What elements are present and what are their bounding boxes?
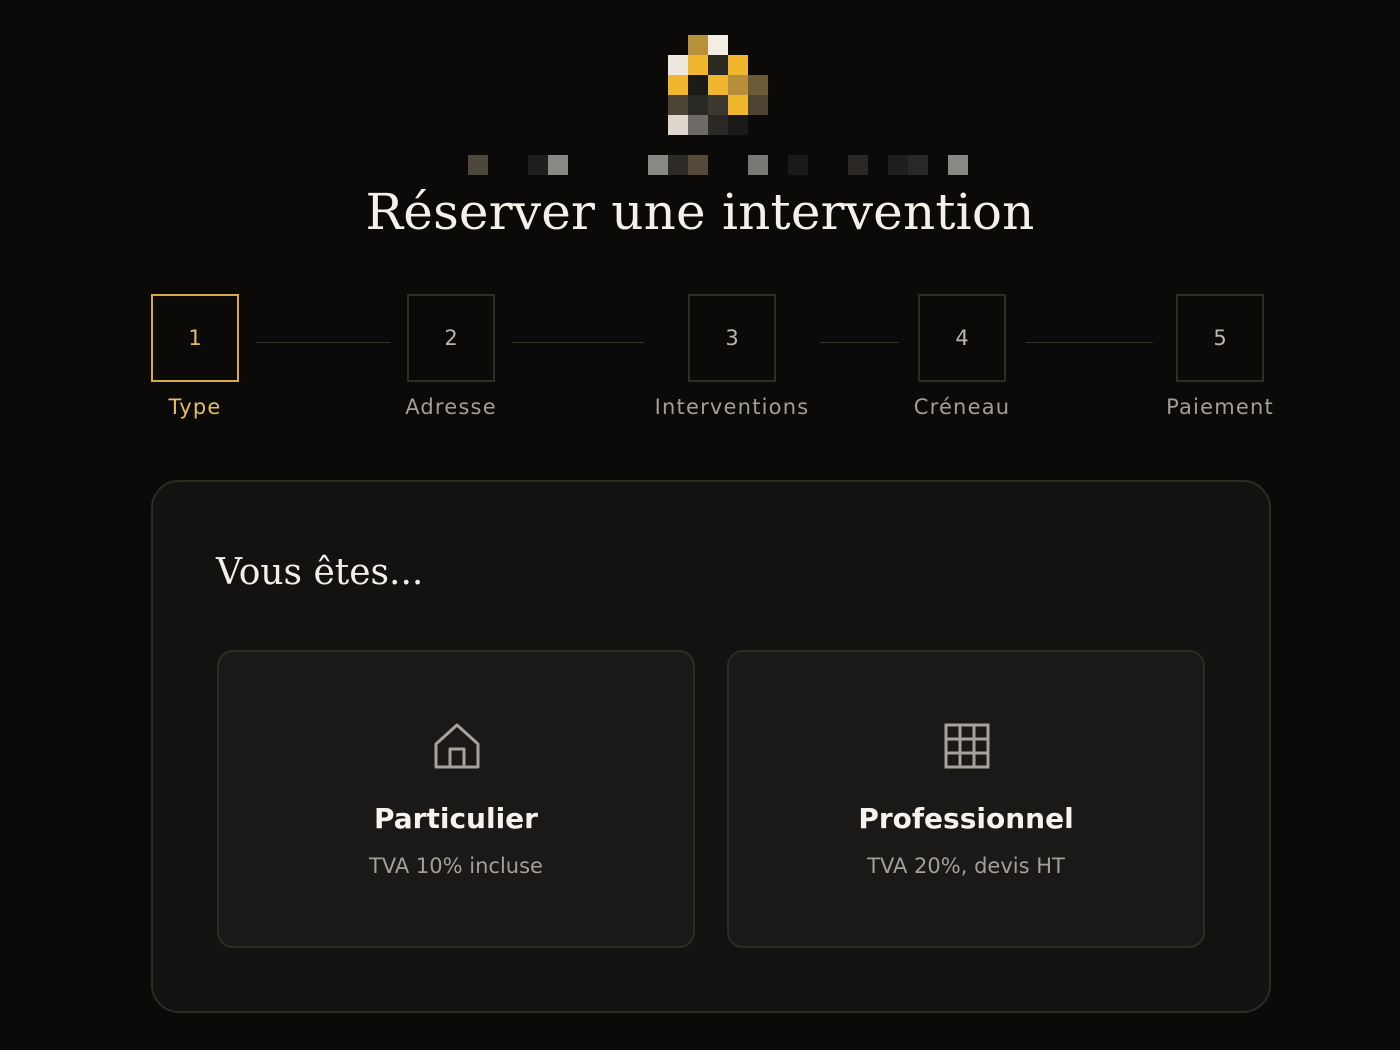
building-grid-icon — [944, 723, 990, 769]
brand-logo[interactable] — [668, 35, 768, 135]
step-connector — [820, 342, 899, 343]
step-label-adresse: Adresse — [405, 395, 497, 419]
option-title: Particulier — [374, 802, 538, 835]
step-number: 5 — [1213, 326, 1227, 350]
card-title: Vous êtes... — [216, 552, 424, 593]
step-number: 1 — [188, 326, 202, 350]
step-3-interventions[interactable]: 3 — [688, 294, 776, 382]
house-icon — [434, 723, 480, 769]
step-2-adresse[interactable]: 2 — [407, 294, 495, 382]
step-connector — [512, 342, 644, 343]
option-subtitle: TVA 10% incluse — [369, 854, 543, 878]
step-connector — [1026, 342, 1153, 343]
step-connector — [256, 342, 390, 343]
option-particulier[interactable]: Particulier TVA 10% incluse — [217, 650, 695, 948]
step-number: 4 — [955, 326, 969, 350]
step-label-creneau: Créneau — [913, 395, 1011, 419]
step-number: 3 — [725, 326, 739, 350]
step-1-type[interactable]: 1 — [151, 294, 239, 382]
option-subtitle: TVA 20%, devis HT — [867, 854, 1065, 878]
step-label-type: Type — [168, 395, 222, 419]
page: Réserver une intervention 1 Type 2 Adres… — [0, 0, 1400, 1050]
step-label-paiement: Paiement — [1166, 395, 1274, 419]
option-title: Professionnel — [858, 802, 1074, 835]
brand-name-pixelated — [468, 155, 988, 175]
step-4-creneau[interactable]: 4 — [918, 294, 1006, 382]
step-5-paiement[interactable]: 5 — [1176, 294, 1264, 382]
step-label-interventions: Interventions — [654, 395, 810, 419]
page-title: Réserver une intervention — [365, 183, 1035, 241]
step-number: 2 — [444, 326, 458, 350]
option-professionnel[interactable]: Professionnel TVA 20%, devis HT — [727, 650, 1205, 948]
